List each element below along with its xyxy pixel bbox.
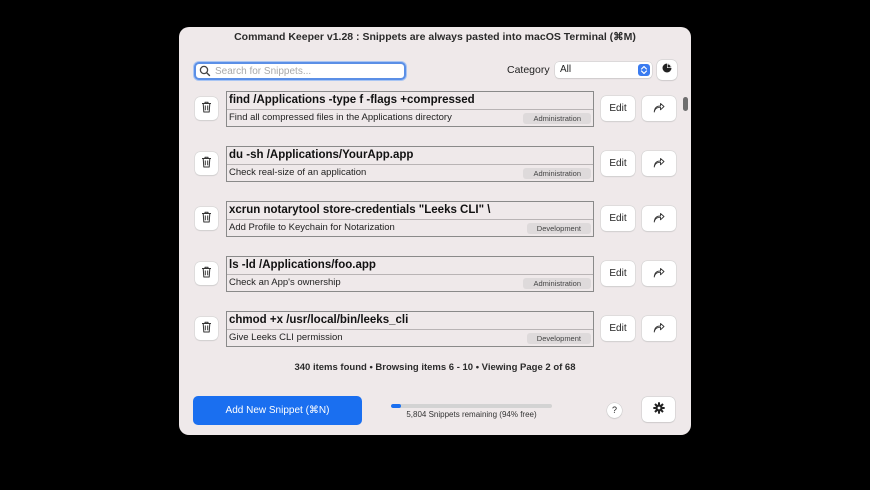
snippet-divider [227,274,593,275]
snippet-divider [227,109,593,110]
delete-snippet-button[interactable] [195,262,218,285]
window-title: Command Keeper v1.28 : Snippets are alwa… [234,31,636,43]
paste-snippet-button[interactable] [642,151,676,176]
gear-icon [652,401,665,419]
delete-snippet-button[interactable] [195,207,218,230]
snippet-box[interactable]: xcrun notarytool store-credentials "Leek… [226,201,594,237]
magnifier-icon [198,64,212,78]
pie-chart-icon [661,61,673,79]
snippet-command: du -sh /Applications/YourApp.app [229,149,414,161]
search-field[interactable] [194,62,406,80]
snippet-command: chmod +x /usr/local/bin/leeks_cli [229,314,409,326]
trash-icon [201,155,212,173]
status-text: 340 items found • Browsing items 6 - 10 … [294,362,576,373]
capacity-progress-bar [391,404,552,408]
snippet-divider [227,329,593,330]
snippet-command: xcrun notarytool store-credentials "Leek… [229,204,491,216]
help-button[interactable]: ? [607,403,622,418]
snippet-row: du -sh /Applications/YourApp.app Check r… [195,146,679,182]
share-arrow-icon [653,320,665,338]
paste-snippet-button[interactable] [642,206,676,231]
category-label: Category [507,64,550,76]
trash-icon [201,210,212,228]
snippet-category-badge: Administration [523,168,591,179]
snippet-description: Check an App's ownership [229,277,341,288]
paste-snippet-button[interactable] [642,316,676,341]
category-select[interactable]: All [555,62,652,78]
paste-snippet-button[interactable] [642,261,676,286]
edit-snippet-button[interactable]: Edit [601,261,635,286]
delete-snippet-button[interactable] [195,317,218,340]
snippet-row: chmod +x /usr/local/bin/leeks_cli Give L… [195,311,679,347]
paste-snippet-button[interactable] [642,96,676,121]
snippet-box[interactable]: find /Applications -type f -flags +compr… [226,91,594,127]
edit-snippet-button[interactable]: Edit [601,316,635,341]
snippet-box[interactable]: ls -ld /Applications/foo.app Check an Ap… [226,256,594,292]
trash-icon [201,265,212,283]
delete-snippet-button[interactable] [195,97,218,120]
trash-icon [201,320,212,338]
chevron-up-down-icon [638,64,650,76]
edit-snippet-button[interactable]: Edit [601,151,635,176]
share-arrow-icon [653,210,665,228]
snippet-row: ls -ld /Applications/foo.app Check an Ap… [195,256,679,292]
edit-snippet-button[interactable]: Edit [601,96,635,121]
add-snippet-button[interactable]: Add New Snippet (⌘N) [193,396,362,425]
share-arrow-icon [653,265,665,283]
snippet-description: Check real-size of an application [229,167,367,178]
search-input[interactable] [212,64,404,78]
delete-snippet-button[interactable] [195,152,218,175]
snippet-category-badge: Development [526,333,591,344]
snippet-divider [227,164,593,165]
trash-icon [201,100,212,118]
snippet-category-badge: Administration [523,113,591,124]
snippet-command: find /Applications -type f -flags +compr… [229,94,475,106]
stats-button[interactable] [657,60,677,80]
snippet-box[interactable]: du -sh /Applications/YourApp.app Check r… [226,146,594,182]
snippet-box[interactable]: chmod +x /usr/local/bin/leeks_cli Give L… [226,311,594,347]
snippet-category-badge: Development [526,223,591,234]
snippet-description: Find all compressed files in the Applica… [229,112,452,123]
share-arrow-icon [653,100,665,118]
settings-button[interactable] [642,397,675,422]
snippet-category-badge: Administration [523,278,591,289]
capacity-progress-fill [391,404,401,408]
snippet-row: find /Applications -type f -flags +compr… [195,91,679,127]
category-selected-value: All [560,64,572,75]
snippet-command: ls -ld /Applications/foo.app [229,259,376,271]
snippet-row: xcrun notarytool store-credentials "Leek… [195,201,679,237]
snippet-description: Give Leeks CLI permission [229,332,343,343]
snippet-description: Add Profile to Keychain for Notarization [229,222,395,233]
command-keeper-window: Command Keeper v1.28 : Snippets are alwa… [179,27,691,435]
share-arrow-icon [653,155,665,173]
scrollbar-thumb[interactable] [683,97,688,111]
remaining-text: 5,804 Snippets remaining (94% free) [406,410,537,419]
edit-snippet-button[interactable]: Edit [601,206,635,231]
snippet-divider [227,219,593,220]
scrollbar[interactable] [681,93,688,355]
